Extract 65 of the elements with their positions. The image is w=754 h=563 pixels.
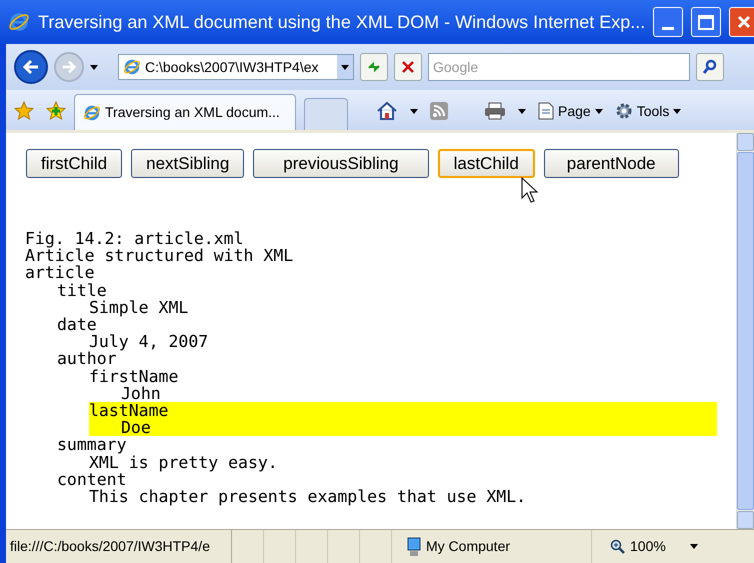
page-icon [538,102,554,120]
search-button[interactable] [696,53,724,81]
address-field[interactable]: C:\books\2007\IW3HTP4\ex [118,54,354,80]
dom-nav-button[interactable]: previousSibling [253,149,429,178]
caret-icon [594,108,603,114]
dropdown-icon[interactable] [337,55,353,79]
caret-icon [518,108,526,114]
tree-node-text: XML is pretty easy. [89,454,279,471]
command-menu[interactable]: Page [538,100,603,122]
browser-logo-icon [123,58,141,76]
status-url: file:///C:/books/2007/IW3HTP4/e [6,530,232,563]
tree-node-text: content [57,470,128,488]
tree-node-text: firstName [89,368,180,385]
tree-node-text: Doe [121,419,152,436]
right-arrow-icon [61,59,77,75]
tree-node-text: title [57,282,108,299]
favorites-star-icon[interactable] [14,101,34,121]
tree-node-text: July 4, 2007 [89,333,210,350]
stop-icon [401,60,415,74]
close-icon [736,14,752,30]
dom-nav-button[interactable]: firstChild [26,149,122,178]
caret-icon [341,64,349,70]
refresh-button[interactable] [360,53,388,81]
browser-logo-icon [8,11,30,33]
tree-node-text: author [57,350,117,368]
dom-nav-button[interactable]: parentNode [544,149,679,178]
zoom-control[interactable]: 100% [592,530,698,563]
tree-node-text: summary [57,436,128,454]
close-button[interactable] [729,7,754,37]
computer-icon [406,536,422,556]
tree-node-text: lastName [89,402,170,420]
dom-nav-button[interactable]: nextSibling [131,149,244,178]
tree-node-text: date [57,316,97,334]
zoom-icon [610,538,626,554]
window-title: Traversing an XML document using the XML DOM - Windows Internet Exp... [38,10,646,34]
tree-node-text: Fig. 14.2: article.xml [25,230,245,248]
search-field[interactable]: Google [428,53,690,81]
tree-node-text: Article structured with XML [25,247,294,264]
maximize-button[interactable] [691,7,722,37]
search-icon [702,59,718,75]
tree-node-text: article [25,264,96,282]
refresh-icon [366,59,382,75]
dom-nav-button[interactable]: lastChild [438,149,535,178]
stop-button[interactable] [394,53,422,81]
browser-logo-icon [83,104,101,122]
caret-icon [410,108,418,114]
left-arrow-icon [22,58,40,76]
gear-icon [614,102,633,120]
back-button[interactable] [14,50,48,84]
print-icon[interactable] [484,102,506,120]
add-favorite-icon[interactable] [46,101,66,121]
caret-icon [673,108,682,114]
caret-icon [690,544,698,549]
tree-node-text: John [121,384,162,402]
browser-tab[interactable]: Traversing an XML docum... [74,94,296,130]
cursor-icon [521,177,539,203]
feed-icon[interactable] [430,102,448,120]
home-icon[interactable] [376,101,398,121]
tree-node-text: This chapter presents examples that use XML. [89,488,528,506]
tree-node-text: Simple XML [89,298,190,316]
minimize-button[interactable] [653,7,684,37]
command-menu[interactable]: Tools [614,100,682,122]
caret-icon [90,64,98,70]
zone-label: My Computer [426,537,510,556]
scrollbar[interactable] [736,133,754,529]
